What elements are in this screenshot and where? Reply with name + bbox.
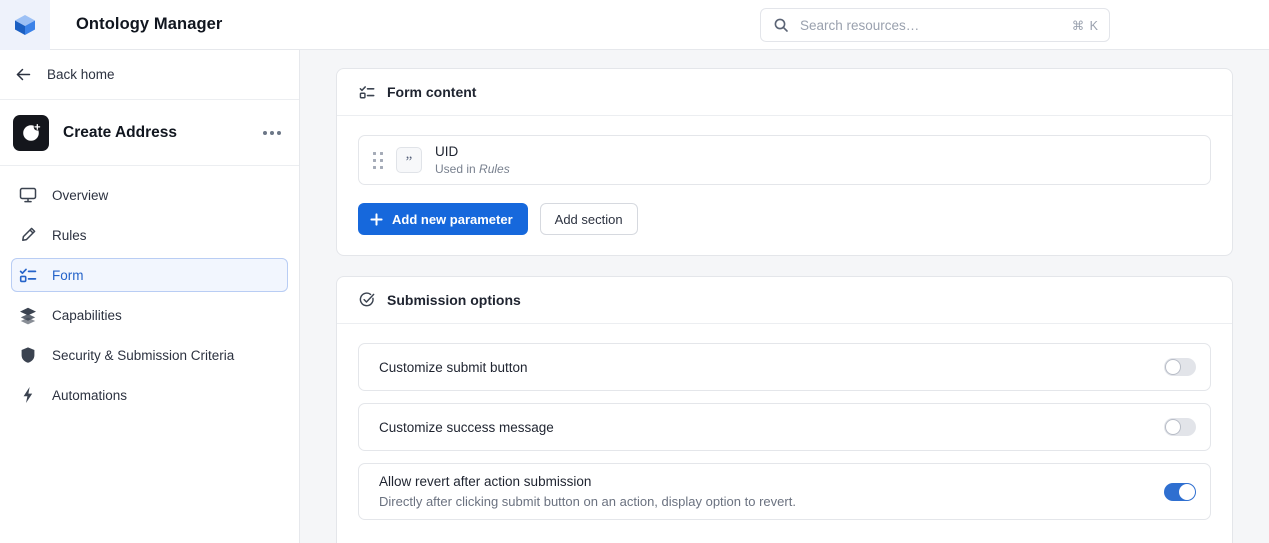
- sidebar-item-form[interactable]: Form: [11, 258, 288, 292]
- toggle-customize-success-message[interactable]: [1164, 418, 1196, 436]
- toggle-knob: [1165, 359, 1181, 375]
- form-content-card: Form content ” UID Used in Rules Add new…: [336, 68, 1233, 256]
- drag-handle-icon[interactable]: [373, 151, 383, 169]
- avatar[interactable]: [13, 114, 49, 151]
- toggle-knob: [1179, 483, 1195, 500]
- search-container: ⌘ K: [760, 8, 1110, 42]
- back-home-button[interactable]: Back home: [0, 50, 299, 100]
- sidebar-item-rules[interactable]: Rules: [11, 218, 288, 252]
- search-shortcut-hint: ⌘ K: [1071, 18, 1099, 33]
- bolt-icon: [23, 387, 33, 403]
- add-new-parameter-button[interactable]: Add new parameter: [358, 203, 528, 235]
- parameter-text: UID Used in Rules: [435, 144, 510, 177]
- add-section-label: Add section: [554, 211, 623, 227]
- toggle-allow-revert[interactable]: [1164, 482, 1196, 501]
- option-text: Customize success message: [379, 418, 1164, 437]
- arrow-left-icon: [16, 68, 31, 81]
- search-box[interactable]: ⌘ K: [760, 8, 1110, 42]
- add-section-button[interactable]: Add section: [539, 203, 638, 235]
- submission-options-title: Submission options: [387, 292, 521, 308]
- sidebar-item-label: Overview: [52, 187, 109, 203]
- option-title: Customize success message: [379, 419, 554, 435]
- form-content-title: Form content: [387, 84, 477, 100]
- option-row-customize-success-message[interactable]: Customize success message: [358, 403, 1211, 451]
- sidebar-item-capabilities[interactable]: Capabilities: [11, 298, 288, 332]
- form-checklist-icon: [19, 268, 37, 283]
- toggle-customize-submit-button[interactable]: [1164, 358, 1196, 376]
- option-row-customize-submit-button[interactable]: Customize submit button: [358, 343, 1211, 391]
- option-title: Allow revert after action submission: [379, 474, 592, 489]
- option-text: Customize submit button: [379, 358, 1164, 377]
- pencil-icon: [22, 227, 36, 241]
- search-icon: [774, 18, 788, 32]
- sidebar-item-overview[interactable]: Overview: [11, 178, 288, 212]
- app-logo[interactable]: [0, 0, 50, 50]
- check-circle-icon: [359, 292, 375, 307]
- sidebar-item-label: Capabilities: [52, 307, 122, 323]
- submission-options-header: Submission options: [337, 277, 1232, 324]
- option-text: Allow revert after action submission Dir…: [379, 472, 1164, 511]
- option-title: Customize submit button: [379, 359, 528, 375]
- sidebar-nav: Overview Rules Form Capabilities Securit…: [0, 166, 299, 412]
- form-content-body: ” UID Used in Rules Add new parameter Ad…: [337, 116, 1232, 255]
- app-title: Ontology Manager: [76, 15, 223, 33]
- sidebar-item-label: Security & Submission Criteria: [52, 347, 235, 363]
- plus-icon: [370, 212, 383, 226]
- create-action-avatar-icon: [23, 122, 41, 141]
- sidebar: Back home Create Address Overview Rules …: [0, 50, 300, 543]
- sidebar-item-automations[interactable]: Automations: [11, 378, 288, 412]
- form-checklist-icon: [359, 86, 375, 99]
- option-row-allow-revert[interactable]: Allow revert after action submission Dir…: [358, 463, 1211, 520]
- cube-logo-icon: [15, 14, 35, 35]
- form-content-header: Form content: [337, 69, 1232, 116]
- string-type-quote-icon: ”: [396, 147, 422, 173]
- sidebar-item-security[interactable]: Security & Submission Criteria: [11, 338, 288, 372]
- shield-icon: [21, 347, 35, 363]
- add-new-parameter-label: Add new parameter: [392, 211, 513, 227]
- search-input[interactable]: [798, 16, 1064, 34]
- monitor-icon: [19, 187, 37, 203]
- toggle-knob: [1165, 419, 1181, 435]
- back-home-label: Back home: [47, 67, 115, 82]
- top-bar: Ontology Manager ⌘ K: [0, 0, 1269, 50]
- sidebar-item-label: Form: [52, 267, 84, 283]
- parameter-row-uid[interactable]: ” UID Used in Rules: [358, 135, 1211, 185]
- more-horizontal-icon[interactable]: [259, 122, 285, 144]
- submission-options-body: Customize submit button Customize succes…: [337, 324, 1232, 543]
- sidebar-item-label: Automations: [52, 387, 128, 403]
- parameter-usage-prefix: Used in: [435, 161, 480, 176]
- sidebar-item-label: Rules: [52, 227, 87, 243]
- parameter-usage-target: Rules: [479, 161, 510, 176]
- project-header: Create Address: [0, 100, 299, 166]
- main-content: Form content ” UID Used in Rules Add new…: [300, 50, 1269, 543]
- form-content-actions: Add new parameter Add section: [358, 203, 1211, 235]
- submission-options-card: Submission options Customize submit butt…: [336, 276, 1233, 543]
- parameter-name: UID: [435, 143, 459, 159]
- project-name: Create Address: [63, 123, 178, 141]
- layers-icon: [20, 307, 36, 325]
- parameter-usage: Used in Rules: [435, 161, 510, 177]
- option-description: Directly after clicking submit button on…: [379, 494, 796, 509]
